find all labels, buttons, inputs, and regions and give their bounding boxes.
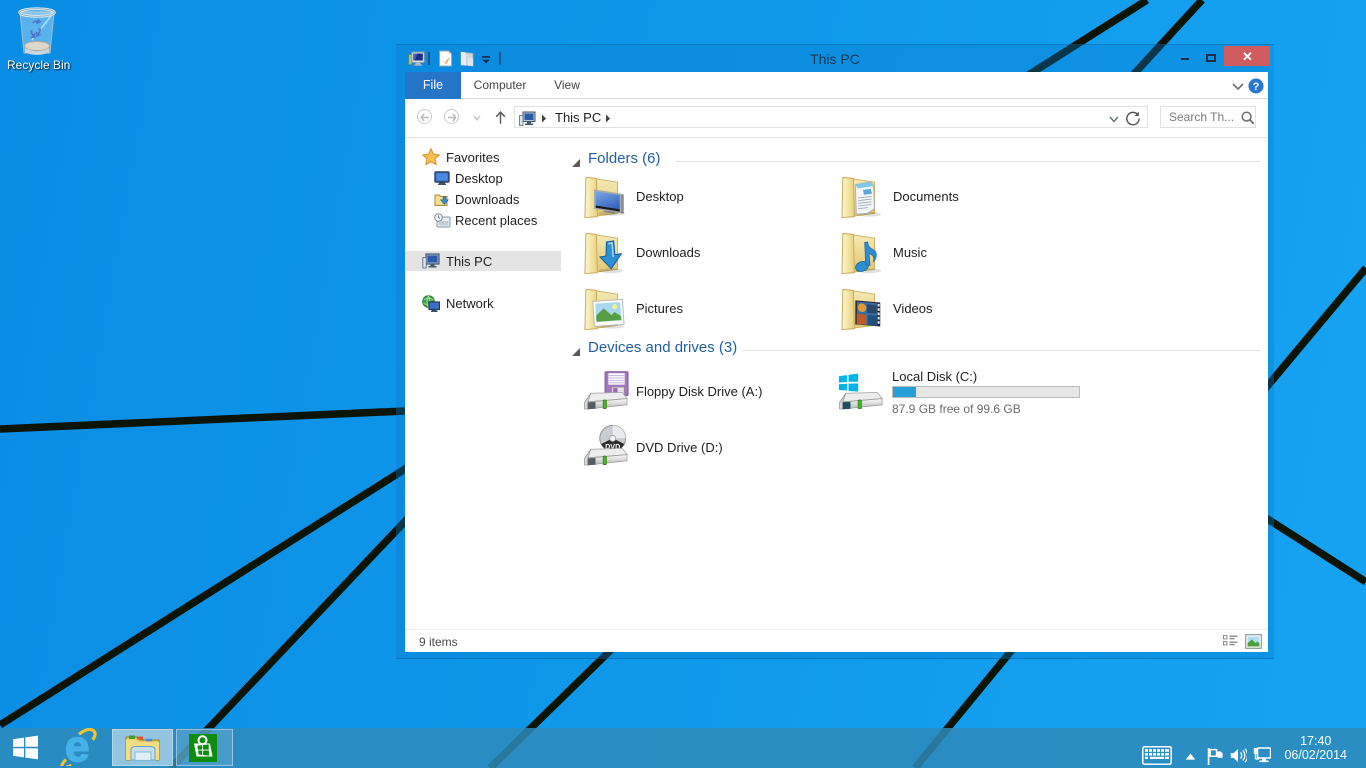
svg-text:?: ? bbox=[1253, 81, 1260, 93]
svg-text:e: e bbox=[65, 728, 89, 766]
